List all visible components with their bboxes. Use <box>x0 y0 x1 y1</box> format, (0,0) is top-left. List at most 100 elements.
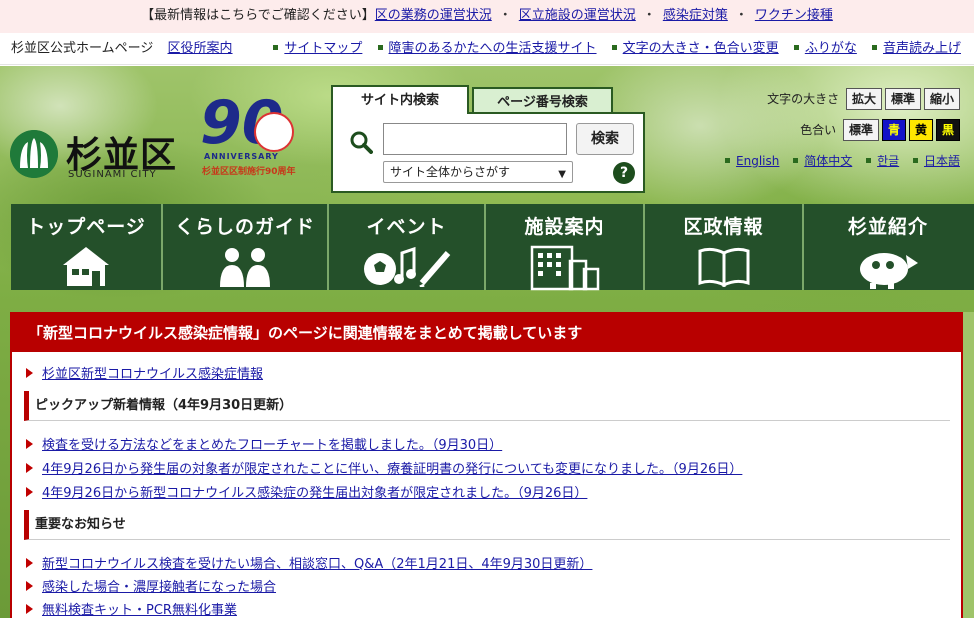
search-scope-value: サイト全体からさがす <box>390 165 511 179</box>
anniversary-label: ANNIVERSARY <box>204 152 279 161</box>
bullet-icon <box>611 45 617 50</box>
pickup-link[interactable]: 検査を受ける方法などをまとめたフローチャートを掲載しました。（9月30日） <box>42 438 502 453</box>
anniversary-caption: 杉並区区制施行90周年 <box>202 167 296 177</box>
text-size-enlarge-button[interactable]: 拡大 <box>845 88 882 110</box>
nav-label: くらしのガイド <box>174 216 315 238</box>
nav-label: 区政情報 <box>683 216 764 238</box>
site-name: 杉並区公式ホームページ <box>11 41 154 56</box>
list-item: 検査を受ける方法などをまとめたフローチャートを掲載しました。（9月30日） <box>26 434 502 453</box>
event-icon <box>363 246 450 287</box>
color-label: 色合い <box>800 123 837 137</box>
arrow-icon <box>26 604 33 614</box>
notice-link[interactable]: 無料検査キット・PCR無料化事業 <box>42 603 237 618</box>
background-edge <box>963 312 974 618</box>
lang-chinese-link[interactable]: 简体中文 <box>804 154 852 168</box>
separator: ・ <box>642 8 656 23</box>
list-item: 4年9月26日から発生届の対象者が限定されたことに伴い、療養証明書の発行について… <box>26 458 742 477</box>
alert-link-vaccine[interactable]: ワクチン接種 <box>755 8 833 23</box>
important-notice-heading: 重要なお知らせ <box>24 510 950 540</box>
notice-link[interactable]: 感染した場合・濃厚接触者になった場合 <box>42 580 276 595</box>
search-input[interactable] <box>383 123 567 155</box>
nav-label: トップページ <box>26 216 146 238</box>
pickup-link[interactable]: 4年9月26日から新型コロナウイルス感染症の発生届出対象者が限定されました。（9… <box>42 486 587 501</box>
nav-label: 施設案内 <box>524 216 605 238</box>
search-panel: サイト内検索 ページ番号検索 検索 サイト全体からさがす ▼ ? <box>331 85 645 193</box>
office-guide-link[interactable]: 区役所案内 <box>168 41 233 56</box>
text-size-color-link[interactable]: 文字の大きさ・色合い変更 <box>623 41 779 56</box>
arrow-icon <box>26 487 33 497</box>
color-blue-button[interactable]: 青 <box>881 119 906 141</box>
nav-administration[interactable]: 区政情報 <box>645 204 804 290</box>
help-icon[interactable]: ? <box>613 162 635 184</box>
alert-link-infection[interactable]: 感染症対策 <box>663 8 728 23</box>
people-icon <box>220 248 270 287</box>
alert-bar: 【最新情報はこちらでご確認ください】区の業務の運営状況・区立施設の運営状況・感染… <box>0 0 974 33</box>
text-size-standard-button[interactable]: 標準 <box>884 88 921 110</box>
arrow-icon <box>26 439 33 449</box>
ward-name-en: SUGINAMI CITY <box>68 169 157 180</box>
mascot-icon <box>254 112 294 152</box>
list-item: 杉並区新型コロナウイルス感染症情報 <box>26 363 263 382</box>
chevron-down-icon: ▼ <box>558 169 566 180</box>
nav-about-suginami[interactable]: 杉並紹介 <box>804 204 972 290</box>
utility-bar: 杉並区公式ホームページ 区役所案内 サイトマップ 障害のあるかたへの生活支援サイ… <box>0 33 974 65</box>
bullet-icon <box>793 158 799 163</box>
search-button[interactable]: 検索 <box>576 123 634 155</box>
lang-english-link[interactable]: English <box>736 154 779 168</box>
tab-page-number-search[interactable]: ページ番号検索 <box>472 87 613 114</box>
search-icon <box>350 131 373 154</box>
search-scope-select[interactable]: サイト全体からさがす ▼ <box>383 161 573 183</box>
nav-life-guide[interactable]: くらしのガイド <box>163 204 329 290</box>
list-item: 感染した場合・濃厚接触者になった場合 <box>26 576 276 595</box>
covid-info-link[interactable]: 杉並区新型コロナウイルス感染症情報 <box>42 367 263 382</box>
color-black-button[interactable]: 黒 <box>935 119 960 141</box>
suginami-logo[interactable]: 杉並区 SUGINAMI CITY <box>10 126 180 181</box>
bullet-icon <box>871 45 877 50</box>
bullet-icon <box>273 45 279 50</box>
nav-top-page[interactable]: トップページ <box>11 204 163 290</box>
color-standard-button[interactable]: 標準 <box>842 119 879 141</box>
building-icon <box>530 245 599 291</box>
utility-left: 杉並区公式ホームページ 区役所案内 <box>11 33 233 65</box>
lang-japanese-link[interactable]: 日本語 <box>924 154 960 168</box>
arrow-icon <box>26 558 33 568</box>
text-size-controls: 文字の大きさ 拡大 標準 縮小 <box>767 88 960 110</box>
nav-label: 杉並紹介 <box>847 216 928 238</box>
bullet-icon <box>377 45 383 50</box>
alert-link-facilities[interactable]: 区立施設の運営状況 <box>519 8 636 23</box>
arrow-icon <box>26 463 33 473</box>
global-nav: トップページ くらしのガイド イベント 施設案内 区政情報 杉並紹介 <box>11 204 974 291</box>
voice-reading-link[interactable]: 音声読み上げ <box>883 41 961 56</box>
notice-link[interactable]: 新型コロナウイルス検査を受けたい場合、相談窓口、Q&A（2年1月21日、4年9月… <box>42 557 592 572</box>
arrow-icon <box>26 368 33 378</box>
nav-facilities[interactable]: 施設案内 <box>486 204 645 291</box>
tab-site-search[interactable]: サイト内検索 <box>331 85 469 114</box>
alert-link-operations[interactable]: 区の業務の運営状況 <box>375 8 492 23</box>
furigana-link[interactable]: ふりがな <box>805 41 857 56</box>
bullet-icon <box>866 158 872 163</box>
color-yellow-button[interactable]: 黄 <box>908 119 933 141</box>
nav-events[interactable]: イベント <box>329 204 486 290</box>
text-size-reduce-button[interactable]: 縮小 <box>923 88 960 110</box>
book-icon <box>698 247 749 287</box>
disability-support-link[interactable]: 障害のあるかたへの生活支援サイト <box>389 41 597 56</box>
sitemap-link[interactable]: サイトマップ <box>284 41 362 56</box>
lang-korean-link[interactable]: 한글 <box>877 154 899 168</box>
bullet-icon <box>912 158 918 163</box>
alert-prefix: 【最新情報はこちらでご確認ください】 <box>141 8 375 23</box>
list-item: 新型コロナウイルス検査を受けたい場合、相談窓口、Q&A（2年1月21日、4年9月… <box>26 553 592 572</box>
separator: ・ <box>498 8 512 23</box>
house-icon <box>63 247 109 286</box>
text-size-label: 文字の大きさ <box>767 92 840 106</box>
ward-emblem-icon <box>10 130 58 178</box>
language-links: English 简体中文 한글 日本語 <box>715 152 960 169</box>
bullet-icon <box>725 158 731 163</box>
search-box: 検索 サイト全体からさがす ▼ ? <box>331 112 645 193</box>
covid-banner-title: 「新型コロナウイルス感染症情報」のページに関連情報をまとめて掲載しています <box>12 314 961 352</box>
utility-links: サイトマップ 障害のあるかたへの生活支援サイト 文字の大きさ・色合い変更 ふりが… <box>262 33 961 65</box>
color-controls: 色合い 標準青黄黒 <box>800 119 960 141</box>
arrow-icon <box>26 581 33 591</box>
pickup-heading: ピックアップ新着情報（4年9月30日更新） <box>24 391 950 421</box>
pickup-link[interactable]: 4年9月26日から発生届の対象者が限定されたことに伴い、療養証明書の発行について… <box>42 462 742 477</box>
covid-panel: 「新型コロナウイルス感染症情報」のページに関連情報をまとめて掲載しています 杉並… <box>10 312 963 618</box>
